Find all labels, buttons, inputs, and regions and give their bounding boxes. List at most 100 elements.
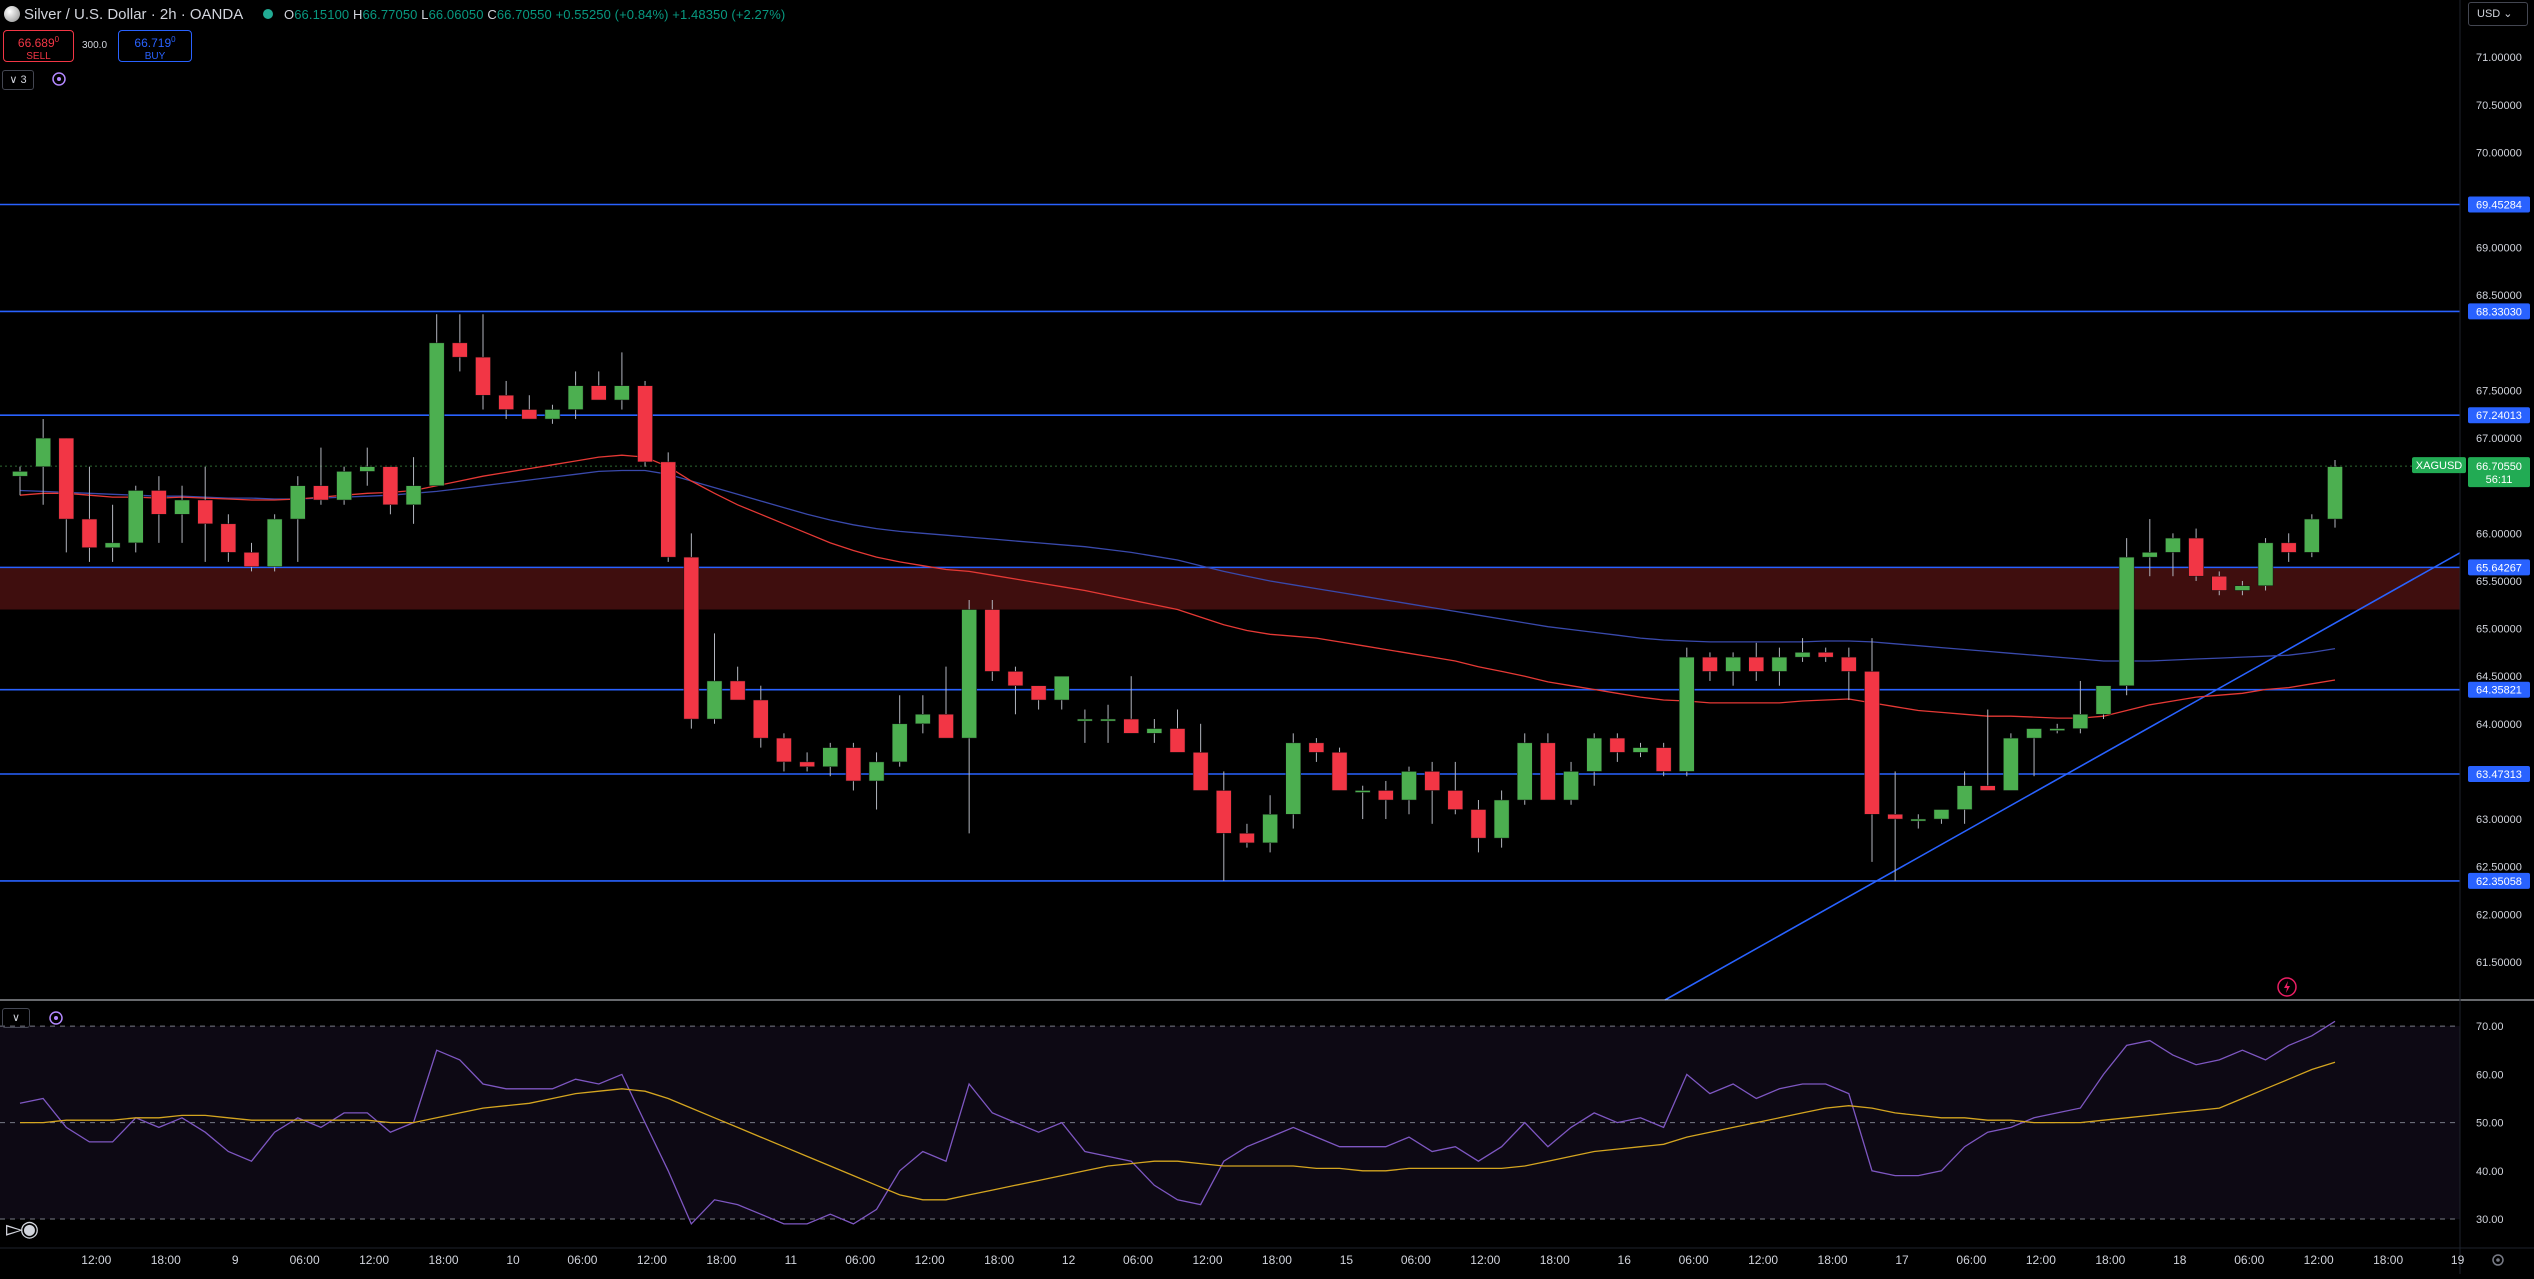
level-price-badge[interactable]: 62.35058 [2468,872,2530,889]
candle[interactable] [1540,733,1556,801]
candle[interactable] [336,466,352,505]
sell-button[interactable]: 66.6890 SELL [3,30,74,62]
price-tick-label: 67.00000 [2476,433,2522,445]
candle[interactable] [637,380,653,467]
symbol-title[interactable]: Silver / U.S. Dollar · 2h · OANDA [24,6,243,23]
candle-body [1910,818,1927,822]
rsi-sync-icon[interactable] [48,1010,64,1026]
candle-body [1285,742,1301,815]
candle-body [35,437,51,467]
candle-body [776,737,792,763]
level-price-badge[interactable]: 63.47313 [2468,765,2530,782]
rsi-tick-label: 50.00 [2476,1118,2504,1130]
candle-body [1887,814,1903,820]
last-price-badge[interactable]: 66.7055056:11 [2468,457,2530,488]
lightning-alert-icon[interactable] [2276,976,2298,998]
candle[interactable] [1517,733,1533,805]
candle-body [428,342,445,486]
candle-body [1725,656,1741,672]
chart-svg[interactable]: 71.00000 70.50000 70.00000 69.00000 68.50000… [0,0,2534,1274]
level-price-badge[interactable]: 64.35821 [2468,681,2530,698]
price-tick-label: 69.00000 [2476,243,2522,255]
candle-body [1123,718,1139,734]
candle-body [243,552,260,567]
time-tick-label: 12 [1062,1253,1076,1267]
rsi-collapse-button[interactable]: ∨ [2,1008,30,1028]
candle[interactable] [660,452,676,562]
level-badge-label: 64.35821 [2476,685,2522,697]
candle[interactable] [128,485,144,553]
price-tick-label: 66.00000 [2476,528,2522,540]
time-tick-label: 06:00 [1123,1253,1153,1267]
candle-body [1424,771,1440,791]
price-tick-label: 70.00000 [2476,147,2522,159]
candle[interactable] [683,533,700,729]
time-tick-label: 12:00 [359,1253,389,1267]
level-badge-label: 65.64267 [2476,562,2522,574]
candle-body [151,490,167,515]
candle-body [614,385,630,401]
chart-stage[interactable]: 71.00000 70.50000 70.00000 69.00000 68.50000… [0,0,2534,1274]
candle-body [1100,718,1116,722]
candle[interactable] [1679,647,1695,777]
indicators-collapse-button[interactable]: ∨ 3 [2,70,34,90]
time-tick-label: 18:00 [2095,1253,2125,1267]
change-value: +0.55250 (+0.84%) [555,7,669,22]
candle-body [2003,737,2019,791]
candle-body [290,485,306,520]
candle-body [683,556,700,720]
close-value: 66.70550 [496,7,552,22]
price-tick-label: 71.00000 [2476,52,2522,64]
silver-symbol-icon [4,6,20,22]
level-price-badge[interactable]: 65.64267 [2468,559,2530,576]
candle-body [567,385,584,410]
candle-body [1192,752,1209,791]
market-open-icon [263,9,273,19]
gear-icon[interactable] [2490,1252,2506,1268]
candle-body [1239,833,1255,844]
time-tick-label: 12:00 [2026,1253,2056,1267]
candle-body [1679,656,1695,772]
currency-selector[interactable]: USD ⌄ [2468,2,2528,26]
candle[interactable] [2327,460,2343,528]
candle[interactable] [2257,538,2274,591]
time-tick-label: 06:00 [2234,1253,2264,1267]
time-tick-label: 06:00 [567,1253,597,1267]
sell-price-sup: 0 [54,35,60,44]
rsi-tick-label: 70.00 [2476,1021,2504,1033]
candle-body [1702,656,1718,672]
candle[interactable] [2095,685,2112,720]
price-tick-label: 62.50000 [2476,862,2522,874]
rsi-tick-label: 40.00 [2476,1166,2504,1178]
candle[interactable] [984,600,1001,681]
time-tick-label: 12:00 [81,1253,111,1267]
time-tick-label: 18:00 [429,1253,459,1267]
buy-button[interactable]: 66.7190 BUY [118,30,192,62]
level-price-badge[interactable]: 68.33030 [2468,303,2530,320]
time-tick-label: 12:00 [2304,1253,2334,1267]
candle[interactable] [2304,514,2320,558]
indicator-sync-icon[interactable] [51,71,67,87]
candle-body [2304,518,2320,553]
time-tick-label: 18:00 [984,1253,1014,1267]
level-price-badge[interactable]: 67.24013 [2468,407,2530,424]
candle-body [1794,652,1811,658]
level-badge-label: 69.45284 [2476,199,2522,211]
high-value: 66.77050 [362,7,418,22]
level-price-badge[interactable]: 69.45284 [2468,196,2530,213]
candle[interactable] [2118,538,2135,696]
candle[interactable] [1655,742,1672,777]
candle-body [1216,790,1232,834]
candle[interactable] [1331,747,1348,791]
buy-price-sup: 0 [171,35,176,44]
candle[interactable] [1285,733,1301,829]
symbol-badge: XAGUSD [2412,457,2466,474]
candle[interactable] [2003,733,2019,791]
candle-body [544,409,561,420]
candle-body [1331,752,1348,791]
candle-body [521,409,538,420]
candle-body [2165,537,2181,553]
candle-body [915,714,931,725]
candle[interactable] [266,514,283,572]
candle-body [2234,585,2251,591]
